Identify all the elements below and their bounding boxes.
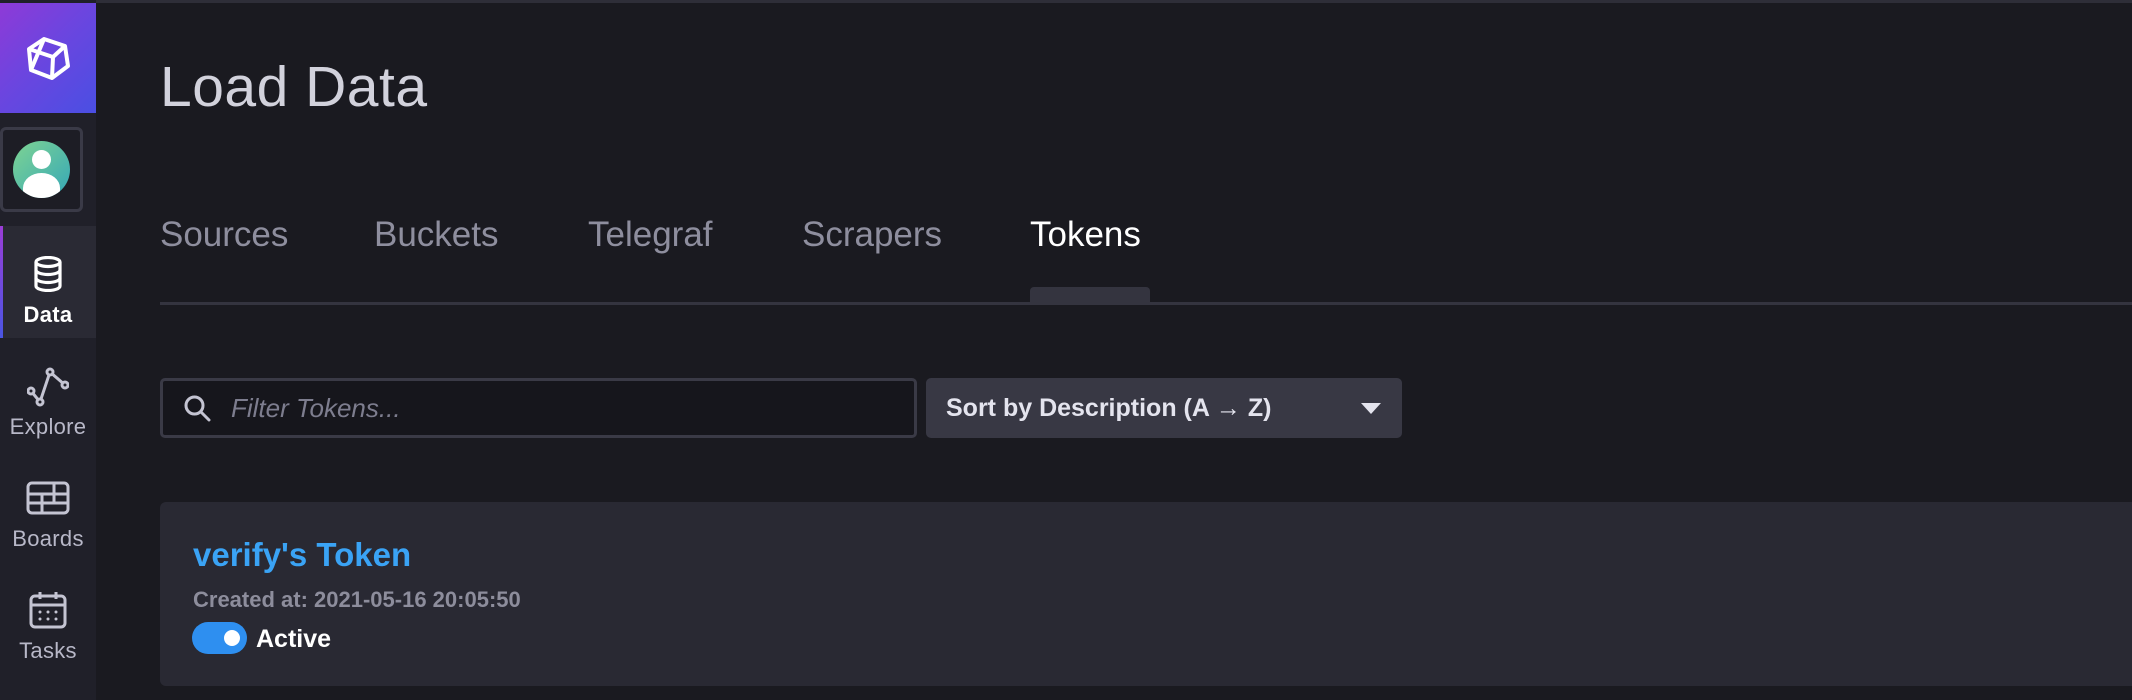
sidebar-item-tasks[interactable]: Tasks <box>0 562 96 674</box>
tabs-divider <box>160 302 2132 305</box>
cube-logo-icon <box>27 37 70 80</box>
token-created-at: Created at: 2021-05-16 20:05:50 <box>193 587 521 612</box>
sort-dropdown-label: Sort by Description (A → Z) <box>946 393 1272 422</box>
filter-tokens-field <box>160 378 917 438</box>
sidebar-item-label: Boards <box>12 526 84 551</box>
sidebar-item-label: Explore <box>9 414 87 439</box>
user-avatar-button[interactable] <box>0 127 83 212</box>
page-title: Load Data <box>160 55 428 119</box>
database-icon <box>26 252 70 296</box>
avatar-icon <box>13 141 70 198</box>
toggle-knob <box>224 630 240 646</box>
filter-tokens-input[interactable] <box>229 391 869 425</box>
sidebar-item-explore[interactable]: Explore <box>0 338 96 450</box>
caret-down-icon <box>1361 402 1381 414</box>
tab-telegraf[interactable]: Telegraf <box>588 215 713 305</box>
sidebar-item-boards[interactable]: Boards <box>0 450 96 562</box>
sidebar-item-label: Data <box>23 302 73 327</box>
graph-icon <box>26 364 70 408</box>
dashboard-icon <box>26 476 70 520</box>
tab-buckets[interactable]: Buckets <box>374 215 499 305</box>
calendar-icon <box>26 588 70 632</box>
token-status-toggle[interactable] <box>192 622 247 654</box>
influxdb-logo[interactable] <box>0 3 96 113</box>
sidebar-item-data[interactable]: Data <box>0 226 96 338</box>
sidebar-item-label: Tasks <box>19 638 77 663</box>
sidebar: Data Explore Boards Tasks <box>0 0 96 700</box>
app-root: Data Explore Boards Tasks Load Data Sour… <box>0 0 2132 700</box>
tabs-bar: Sources Buckets Telegraf Scrapers Tokens <box>160 215 2132 305</box>
sort-dropdown[interactable]: Sort by Description (A → Z) <box>926 378 1402 438</box>
token-status-label: Active <box>256 625 332 653</box>
top-border <box>0 0 2132 3</box>
tab-sources[interactable]: Sources <box>160 215 288 305</box>
token-card: verify's Token Created at: 2021-05-16 20… <box>160 502 2132 686</box>
search-icon <box>184 395 211 422</box>
token-name-link[interactable]: verify's Token <box>193 536 411 574</box>
tab-scrapers[interactable]: Scrapers <box>802 215 942 305</box>
